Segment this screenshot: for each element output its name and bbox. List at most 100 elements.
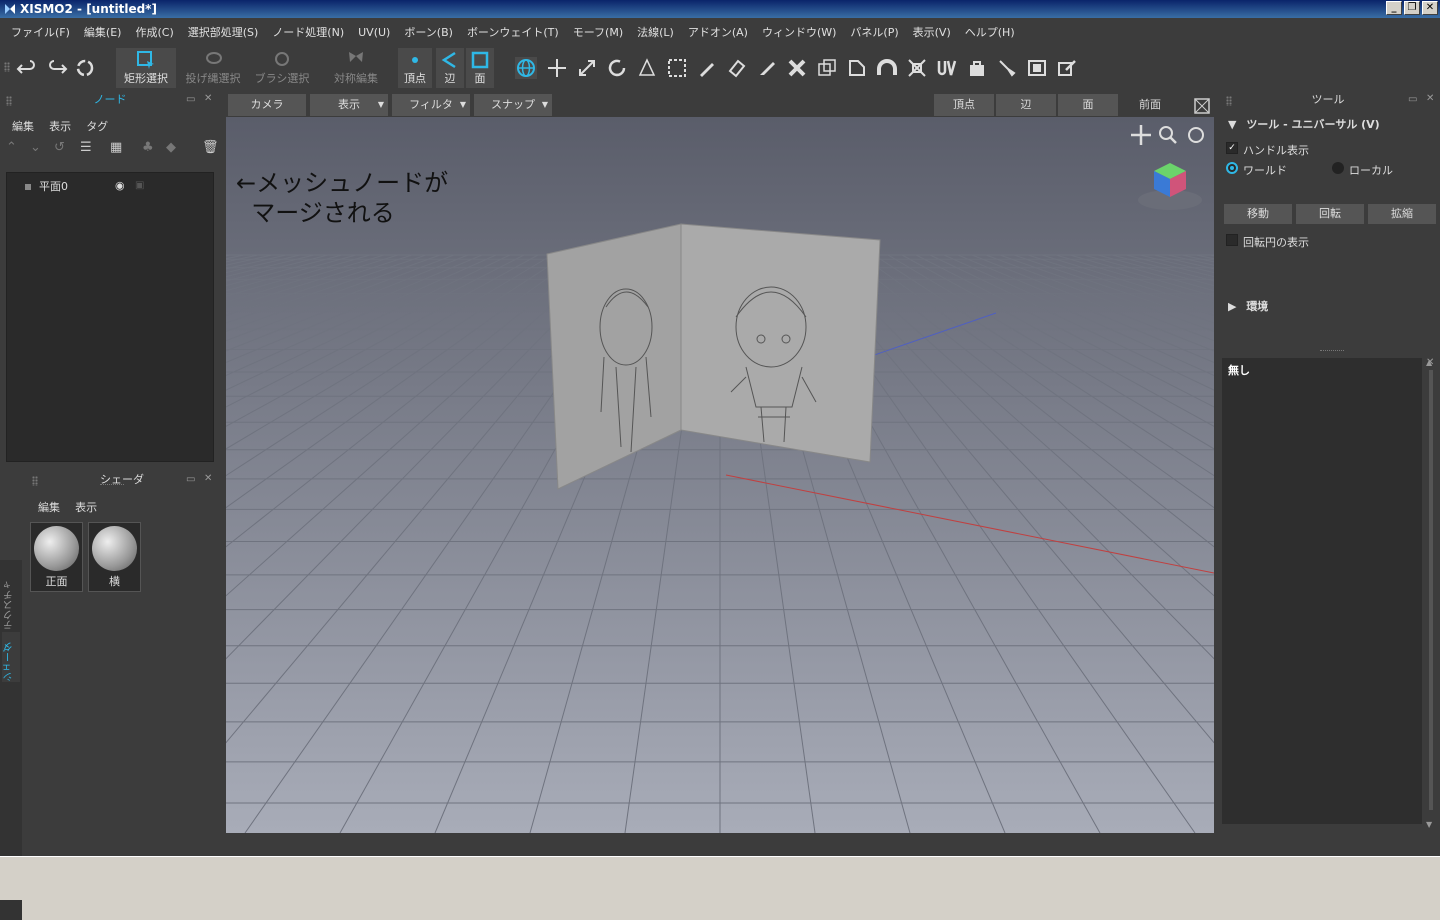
menu-node[interactable]: ノード処理(N) — [265, 24, 351, 40]
menu-selection[interactable]: 選択部処理(S) — [181, 24, 266, 40]
menu-addon[interactable]: アドオン(A) — [681, 24, 755, 40]
grid-icon[interactable]: ▦ — [110, 140, 122, 155]
group-icon[interactable]: ♣ — [142, 140, 154, 155]
weld-icon[interactable] — [786, 57, 808, 79]
menu-normal[interactable]: 法線(L) — [630, 24, 681, 40]
symmetry-edit-button[interactable]: 対称編集 — [328, 48, 384, 88]
scroll-up-icon[interactable]: ▲ — [1426, 358, 1432, 367]
vp-vertex-button[interactable]: 頂点 — [934, 94, 994, 116]
tab-texture[interactable]: テクスチャ — [2, 570, 20, 630]
vertex-mode-button[interactable]: 頂点 — [398, 48, 432, 88]
menu-bone-weight[interactable]: ボーンウェイト(T) — [460, 24, 566, 40]
menu-window[interactable]: ウィンドウ(W) — [755, 24, 843, 40]
node-menu-view[interactable]: 表示 — [49, 120, 71, 133]
brush-select-button[interactable]: ブラシ選択 — [252, 48, 312, 88]
local-radio[interactable] — [1332, 162, 1344, 174]
shader-menu-edit[interactable]: 編集 — [38, 501, 60, 514]
cube-icon[interactable]: ◆ — [166, 140, 176, 155]
node-panel-grip[interactable] — [6, 96, 12, 106]
menu-create[interactable]: 作成(C) — [128, 24, 180, 40]
face-icon — [471, 51, 489, 69]
bag-icon[interactable] — [966, 57, 988, 79]
collapse-icon[interactable] — [906, 57, 928, 79]
redo-icon[interactable] — [46, 57, 68, 79]
menu-bone[interactable]: ボーン(B) — [397, 24, 460, 40]
filter-dropdown[interactable]: フィルタ ▼ — [392, 94, 470, 116]
node-menu-edit[interactable]: 編集 — [12, 120, 34, 133]
scale-icon[interactable] — [576, 57, 598, 79]
marquee-icon[interactable] — [666, 57, 688, 79]
node-panel-close-icon[interactable]: ✕ — [204, 93, 212, 104]
rotation-circle-checkbox[interactable] — [1226, 234, 1238, 246]
scroll-down-icon[interactable]: ▼ — [1426, 820, 1432, 829]
lasso-select-button[interactable]: 投げ縄選択 — [182, 48, 244, 88]
recycle-icon[interactable] — [74, 57, 96, 79]
splitter-handle[interactable] — [1320, 350, 1344, 353]
vp-face-button[interactable]: 面 — [1058, 94, 1118, 116]
lock-icon[interactable]: ▣ — [135, 178, 144, 194]
node-item[interactable]: 平面0 ◉ ▣ — [7, 179, 213, 195]
node-panel-float-icon[interactable]: ▭ — [186, 94, 195, 105]
vp-edge-button[interactable]: 辺 — [996, 94, 1056, 116]
world-radio[interactable] — [1226, 162, 1238, 174]
toolbar-grip[interactable] — [4, 62, 10, 72]
move-icon[interactable] — [546, 57, 568, 79]
tab-shader[interactable]: シェーダ — [2, 632, 20, 682]
bevel-icon[interactable] — [846, 57, 868, 79]
shader-item-side[interactable]: 横 — [88, 522, 141, 592]
menu-view[interactable]: 表示(V) — [906, 24, 958, 40]
shader-panel-float-icon[interactable]: ▭ — [186, 474, 195, 485]
restore-button[interactable]: ❐ — [1404, 1, 1420, 15]
minimize-button[interactable]: _ — [1386, 1, 1402, 15]
lasso-icon — [206, 52, 222, 64]
handle-display-checkbox[interactable]: ✓ — [1226, 142, 1238, 154]
uv-icon[interactable] — [936, 57, 958, 79]
pivot-icon[interactable] — [636, 57, 658, 79]
menu-uv[interactable]: UV(U) — [351, 26, 397, 39]
menu-morph[interactable]: モーフ(M) — [566, 24, 630, 40]
edge-mode-button[interactable]: 辺 — [436, 48, 464, 88]
close-button[interactable]: ✕ — [1422, 1, 1438, 15]
menu-panel[interactable]: パネル(P) — [843, 24, 905, 40]
menu-edit[interactable]: 編集(E) — [77, 24, 129, 40]
tool-panel-close-icon[interactable]: ✕ — [1426, 93, 1434, 104]
tool-panel-float-icon[interactable]: ▭ — [1408, 94, 1417, 105]
rect-select-button[interactable]: 矩形選択 — [116, 48, 176, 88]
tool-panel-grip[interactable] — [1226, 96, 1232, 106]
move-down-icon[interactable]: ⌄ — [30, 140, 41, 155]
move-button[interactable]: 移動 — [1224, 204, 1292, 224]
rotate-button[interactable]: 回転 — [1296, 204, 1364, 224]
shader-panel-grip[interactable] — [32, 476, 38, 486]
undo-icon[interactable] — [16, 57, 38, 79]
view-cube-toggle-icon[interactable] — [1192, 96, 1212, 116]
extrude-icon[interactable] — [816, 57, 838, 79]
shader-panel-close-icon[interactable]: ✕ — [204, 473, 212, 484]
film-icon[interactable] — [1026, 57, 1048, 79]
menu-help[interactable]: ヘルプ(H) — [958, 24, 1022, 40]
face-mode-button[interactable]: 面 — [466, 48, 494, 88]
trash-icon[interactable]: 🗑 — [202, 140, 219, 155]
environment-section-header[interactable]: ▶ 環境 — [1228, 298, 1268, 314]
shader-item-front[interactable]: 正面 — [30, 522, 83, 592]
display-dropdown[interactable]: 表示 ▼ — [310, 94, 388, 116]
snap-dropdown[interactable]: スナップ ▼ — [474, 94, 552, 116]
shader-menu-view[interactable]: 表示 — [75, 501, 97, 514]
node-menu-tag[interactable]: タグ — [86, 120, 108, 133]
camera-dropdown[interactable]: カメラ — [228, 94, 306, 116]
move-up-icon[interactable]: ⌃ — [6, 140, 17, 155]
eye-icon[interactable]: ◉ — [115, 178, 125, 194]
edit-note-icon[interactable] — [1056, 57, 1078, 79]
bridge-icon[interactable] — [876, 57, 898, 79]
property-scrollbar[interactable]: ▲ ▼ — [1426, 358, 1436, 834]
rotate-icon[interactable] — [606, 57, 628, 79]
list-icon[interactable]: ☰ — [80, 140, 92, 155]
pencil-icon[interactable] — [696, 57, 718, 79]
reparent-icon[interactable]: ↺ — [54, 140, 65, 155]
eraser-icon[interactable] — [726, 57, 748, 79]
menu-file[interactable]: ファイル(F) — [4, 24, 77, 40]
brush-paint-icon[interactable] — [996, 57, 1018, 79]
knife-icon[interactable] — [756, 57, 778, 79]
globe-icon[interactable] — [515, 57, 537, 79]
tool-section-header[interactable]: ▼ ツール - ユニバーサル (V) — [1228, 116, 1380, 132]
scale-button[interactable]: 拡縮 — [1368, 204, 1436, 224]
